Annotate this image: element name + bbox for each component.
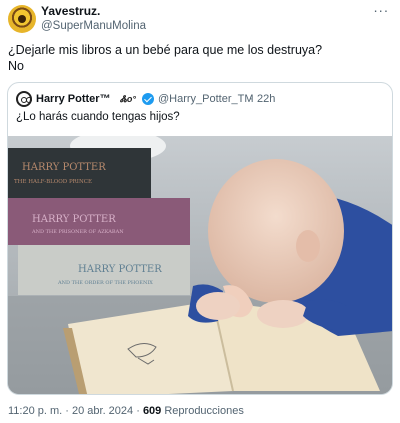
avatar[interactable] (8, 5, 36, 33)
more-icon[interactable]: ··· (370, 3, 392, 22)
baby-books-photo: HARRY POTTER THE HALF-BLOOD PRINCE HARRY… (8, 136, 392, 394)
book-title: HARRY POTTER (32, 214, 116, 225)
author-names[interactable]: Yavestruz. @SuperManuMolina (41, 4, 146, 34)
tweet-text-line: No (8, 59, 24, 73)
quoted-tweet[interactable]: Harry Potter™ Ꮬo° @Harry_Potter_TM · 22h… (7, 82, 393, 395)
tweet-text: ¿Dejarle mis libros a un bebé para que m… (8, 42, 392, 74)
quoted-tweet-header: Harry Potter™ Ꮬo° @Harry_Potter_TM · 22h (16, 91, 386, 107)
verified-badge-icon (142, 93, 154, 105)
book-title: HARRY POTTER (22, 162, 106, 173)
quoted-avatar[interactable] (16, 91, 32, 107)
timestamp[interactable]: 11:20 p. m. · 20 abr. 2024 · (8, 405, 143, 417)
quoted-tweet-text: ¿Lo harás cuando tengas hijos? (16, 111, 180, 123)
quoted-handle[interactable]: @Harry_Potter_TM (158, 91, 254, 107)
book-subtitle: THE HALF-BLOOD PRINCE (14, 179, 92, 185)
views-label: Reproducciones (161, 405, 244, 417)
book-subtitle: AND THE ORDER OF THE PHOENIX (57, 280, 153, 286)
quoted-time[interactable]: 22h (257, 91, 275, 107)
views-count: 609 (142, 405, 162, 417)
handle[interactable]: @SuperManuMolina (41, 19, 146, 34)
tweet-text-line: ¿Dejarle mis libros a un bebé para que m… (8, 43, 323, 57)
book-title: HARRY POTTER (78, 264, 162, 275)
quoted-display-name[interactable]: Harry Potter™ (36, 91, 111, 107)
tweet-meta: 11:20 p. m. · 20 abr. 2024 · 609 Reprodu… (8, 404, 244, 418)
book-subtitle: AND THE PRISONER OF AZKABAN (31, 229, 124, 235)
display-name[interactable]: Yavestruz. (41, 4, 146, 19)
quoted-media-image[interactable]: HARRY POTTER THE HALF-BLOOD PRINCE HARRY… (8, 136, 392, 394)
quoted-affiliate-logo-icon: Ꮬo° (120, 94, 136, 104)
separator-dot: · (249, 93, 253, 105)
tweet: Yavestruz. @SuperManuMolina ··· ¿Dejarle… (0, 0, 400, 423)
tweet-header: Yavestruz. @SuperManuMolina ··· (8, 3, 392, 34)
